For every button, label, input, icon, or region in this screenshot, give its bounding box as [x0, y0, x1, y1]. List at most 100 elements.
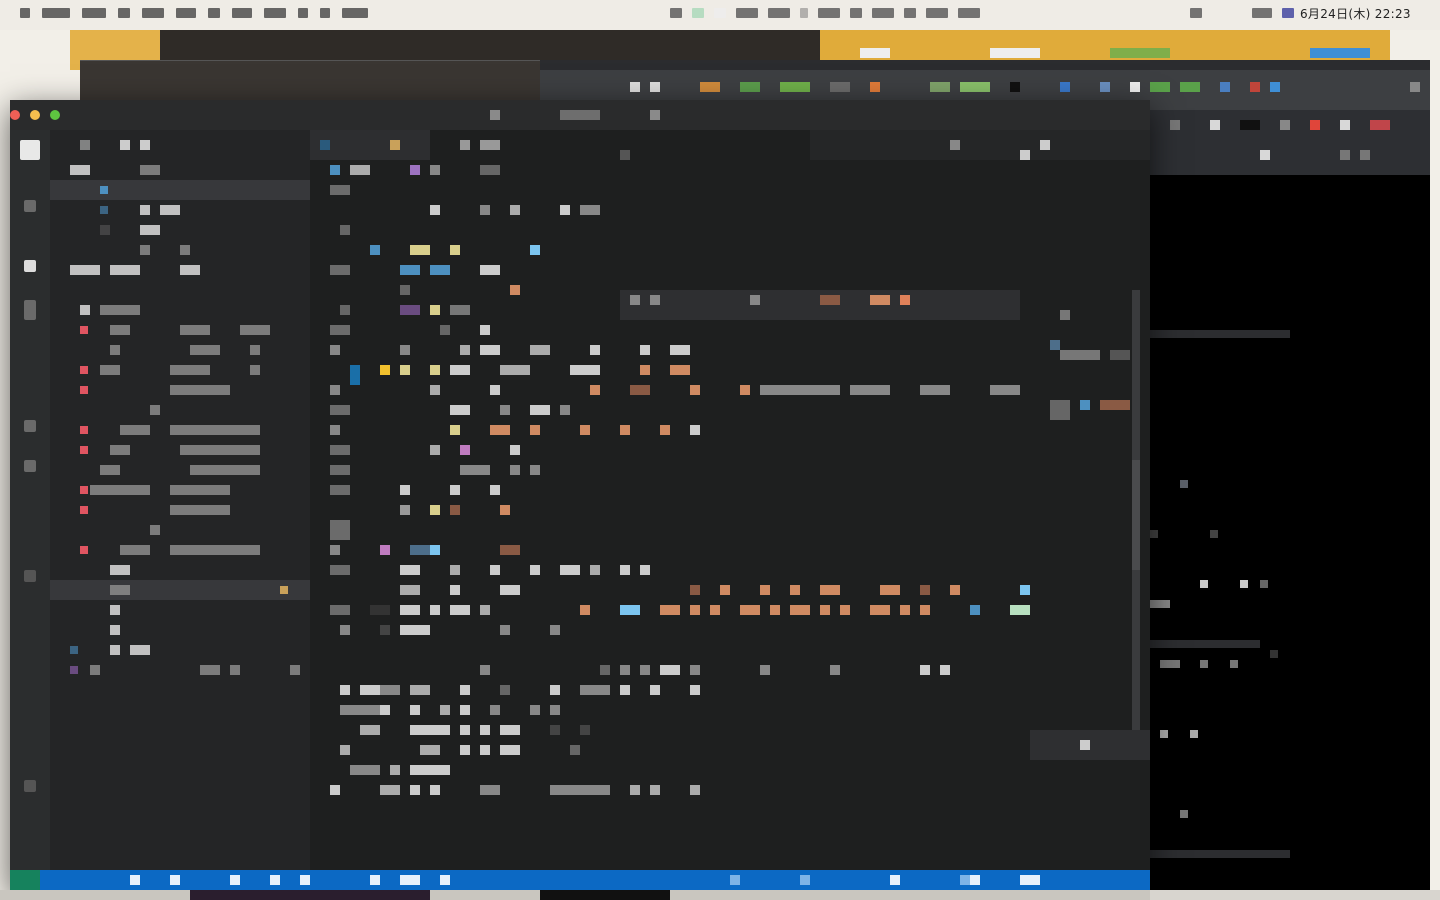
- extensions-icon[interactable]: [24, 420, 36, 432]
- status-item[interactable]: [890, 875, 900, 885]
- tree-row[interactable]: [50, 600, 310, 620]
- remote-indicator-icon[interactable]: [10, 870, 40, 890]
- status-item[interactable]: [800, 875, 810, 885]
- apple-icon[interactable]: [20, 8, 30, 18]
- toolbar-icon[interactable]: [1210, 120, 1220, 130]
- status-item[interactable]: [170, 875, 180, 885]
- menu-item[interactable]: [264, 8, 286, 18]
- status-item[interactable]: [130, 875, 140, 885]
- remote-explorer-icon[interactable]: [24, 460, 36, 472]
- menu-item[interactable]: [118, 8, 130, 18]
- editor-tab[interactable]: [810, 130, 1150, 160]
- status-item[interactable]: [400, 875, 420, 885]
- status-icon[interactable]: [768, 8, 790, 18]
- toolbar-icon[interactable]: [1340, 150, 1350, 160]
- editor-tab-active[interactable]: [430, 130, 810, 160]
- bookmark-icon[interactable]: [1250, 82, 1260, 92]
- status-icon[interactable]: [714, 8, 726, 18]
- bookmark-icon[interactable]: [930, 82, 950, 92]
- menu-item[interactable]: [82, 8, 106, 18]
- status-icon[interactable]: [958, 8, 980, 18]
- status-icon[interactable]: [850, 8, 862, 18]
- dock-app-icon[interactable]: [540, 890, 670, 900]
- tree-row[interactable]: [50, 360, 310, 380]
- menu-item[interactable]: [232, 8, 252, 18]
- menubar-clock[interactable]: 6月24日(木) 22:23: [1300, 5, 1411, 22]
- status-item[interactable]: [300, 875, 310, 885]
- run-debug-icon[interactable]: [24, 300, 36, 320]
- toolbar-icon[interactable]: [1370, 120, 1390, 130]
- status-item[interactable]: [270, 875, 280, 885]
- menu-item[interactable]: [42, 8, 70, 18]
- source-control-icon[interactable]: [24, 260, 36, 272]
- bookmark-icon[interactable]: [1180, 82, 1200, 92]
- explorer-icon[interactable]: [20, 140, 40, 160]
- zoom-icon[interactable]: [50, 110, 60, 120]
- tree-row[interactable]: [50, 340, 310, 360]
- status-icon[interactable]: [670, 8, 682, 18]
- tree-row[interactable]: [50, 240, 310, 260]
- tree-row[interactable]: [50, 380, 310, 400]
- toolbar-icon[interactable]: [1360, 150, 1370, 160]
- page-element[interactable]: [1240, 580, 1248, 588]
- tree-row[interactable]: [50, 640, 310, 660]
- tree-row[interactable]: [50, 520, 310, 540]
- bookmark-icon[interactable]: [1060, 82, 1070, 92]
- bookmark-icon[interactable]: [830, 82, 850, 92]
- bookmark-icon[interactable]: [1220, 82, 1230, 92]
- status-item[interactable]: [230, 875, 240, 885]
- vertical-scrollbar[interactable]: [1132, 290, 1140, 740]
- status-icon[interactable]: [800, 8, 808, 18]
- tree-row[interactable]: [50, 200, 310, 220]
- tree-row[interactable]: [50, 480, 310, 500]
- tree-row-selected[interactable]: [50, 580, 310, 600]
- page-element[interactable]: [1200, 580, 1208, 588]
- bookmark-icon[interactable]: [1130, 82, 1140, 92]
- menu-item[interactable]: [176, 8, 196, 18]
- tree-row[interactable]: [50, 420, 310, 440]
- editor-tab[interactable]: [310, 130, 430, 160]
- tree-row[interactable]: [50, 280, 310, 300]
- bookmark-icon[interactable]: [780, 82, 810, 92]
- bookmark-icon[interactable]: [1150, 82, 1170, 92]
- tree-row[interactable]: [50, 500, 310, 520]
- bookmark-icon[interactable]: [1270, 82, 1280, 92]
- account-icon[interactable]: [24, 570, 36, 582]
- tree-row[interactable]: [50, 400, 310, 420]
- tree-row[interactable]: [50, 300, 310, 320]
- browser-tab-strip[interactable]: [540, 60, 1430, 70]
- tree-row[interactable]: [50, 660, 310, 680]
- toolbar-icon[interactable]: [1170, 120, 1180, 130]
- status-item[interactable]: [970, 875, 980, 885]
- tree-row[interactable]: [50, 540, 310, 560]
- status-item[interactable]: [370, 875, 380, 885]
- close-icon[interactable]: [10, 110, 20, 120]
- app-menu[interactable]: [20, 8, 368, 18]
- status-item[interactable]: [960, 875, 970, 885]
- bookmark-icon[interactable]: [650, 82, 660, 92]
- code-editor[interactable]: [310, 160, 1150, 870]
- menu-item[interactable]: [342, 8, 368, 18]
- menu-item[interactable]: [320, 8, 330, 18]
- tree-row[interactable]: [50, 260, 310, 280]
- status-item[interactable]: [730, 875, 740, 885]
- bookmark-icon[interactable]: [1010, 82, 1020, 92]
- status-icon[interactable]: [1190, 8, 1202, 18]
- menu-item[interactable]: [142, 8, 164, 18]
- tree-row[interactable]: [50, 460, 310, 480]
- bookmark-icon[interactable]: [960, 82, 990, 92]
- status-item[interactable]: [440, 875, 450, 885]
- extension-icon[interactable]: [1410, 82, 1420, 92]
- status-icon[interactable]: [692, 8, 704, 18]
- menu-item[interactable]: [298, 8, 308, 18]
- scrollbar-thumb[interactable]: [1132, 460, 1140, 570]
- dock-app-icon[interactable]: [190, 890, 430, 900]
- menu-item[interactable]: [208, 8, 220, 18]
- input-method-icon[interactable]: [1282, 8, 1294, 18]
- search-icon[interactable]: [24, 200, 36, 212]
- bookmark-icon[interactable]: [870, 82, 880, 92]
- toolbar-icon[interactable]: [1340, 120, 1350, 130]
- minimize-icon[interactable]: [30, 110, 40, 120]
- dock-app-icon[interactable]: [1150, 890, 1440, 900]
- toolbar-icon[interactable]: [1310, 120, 1320, 130]
